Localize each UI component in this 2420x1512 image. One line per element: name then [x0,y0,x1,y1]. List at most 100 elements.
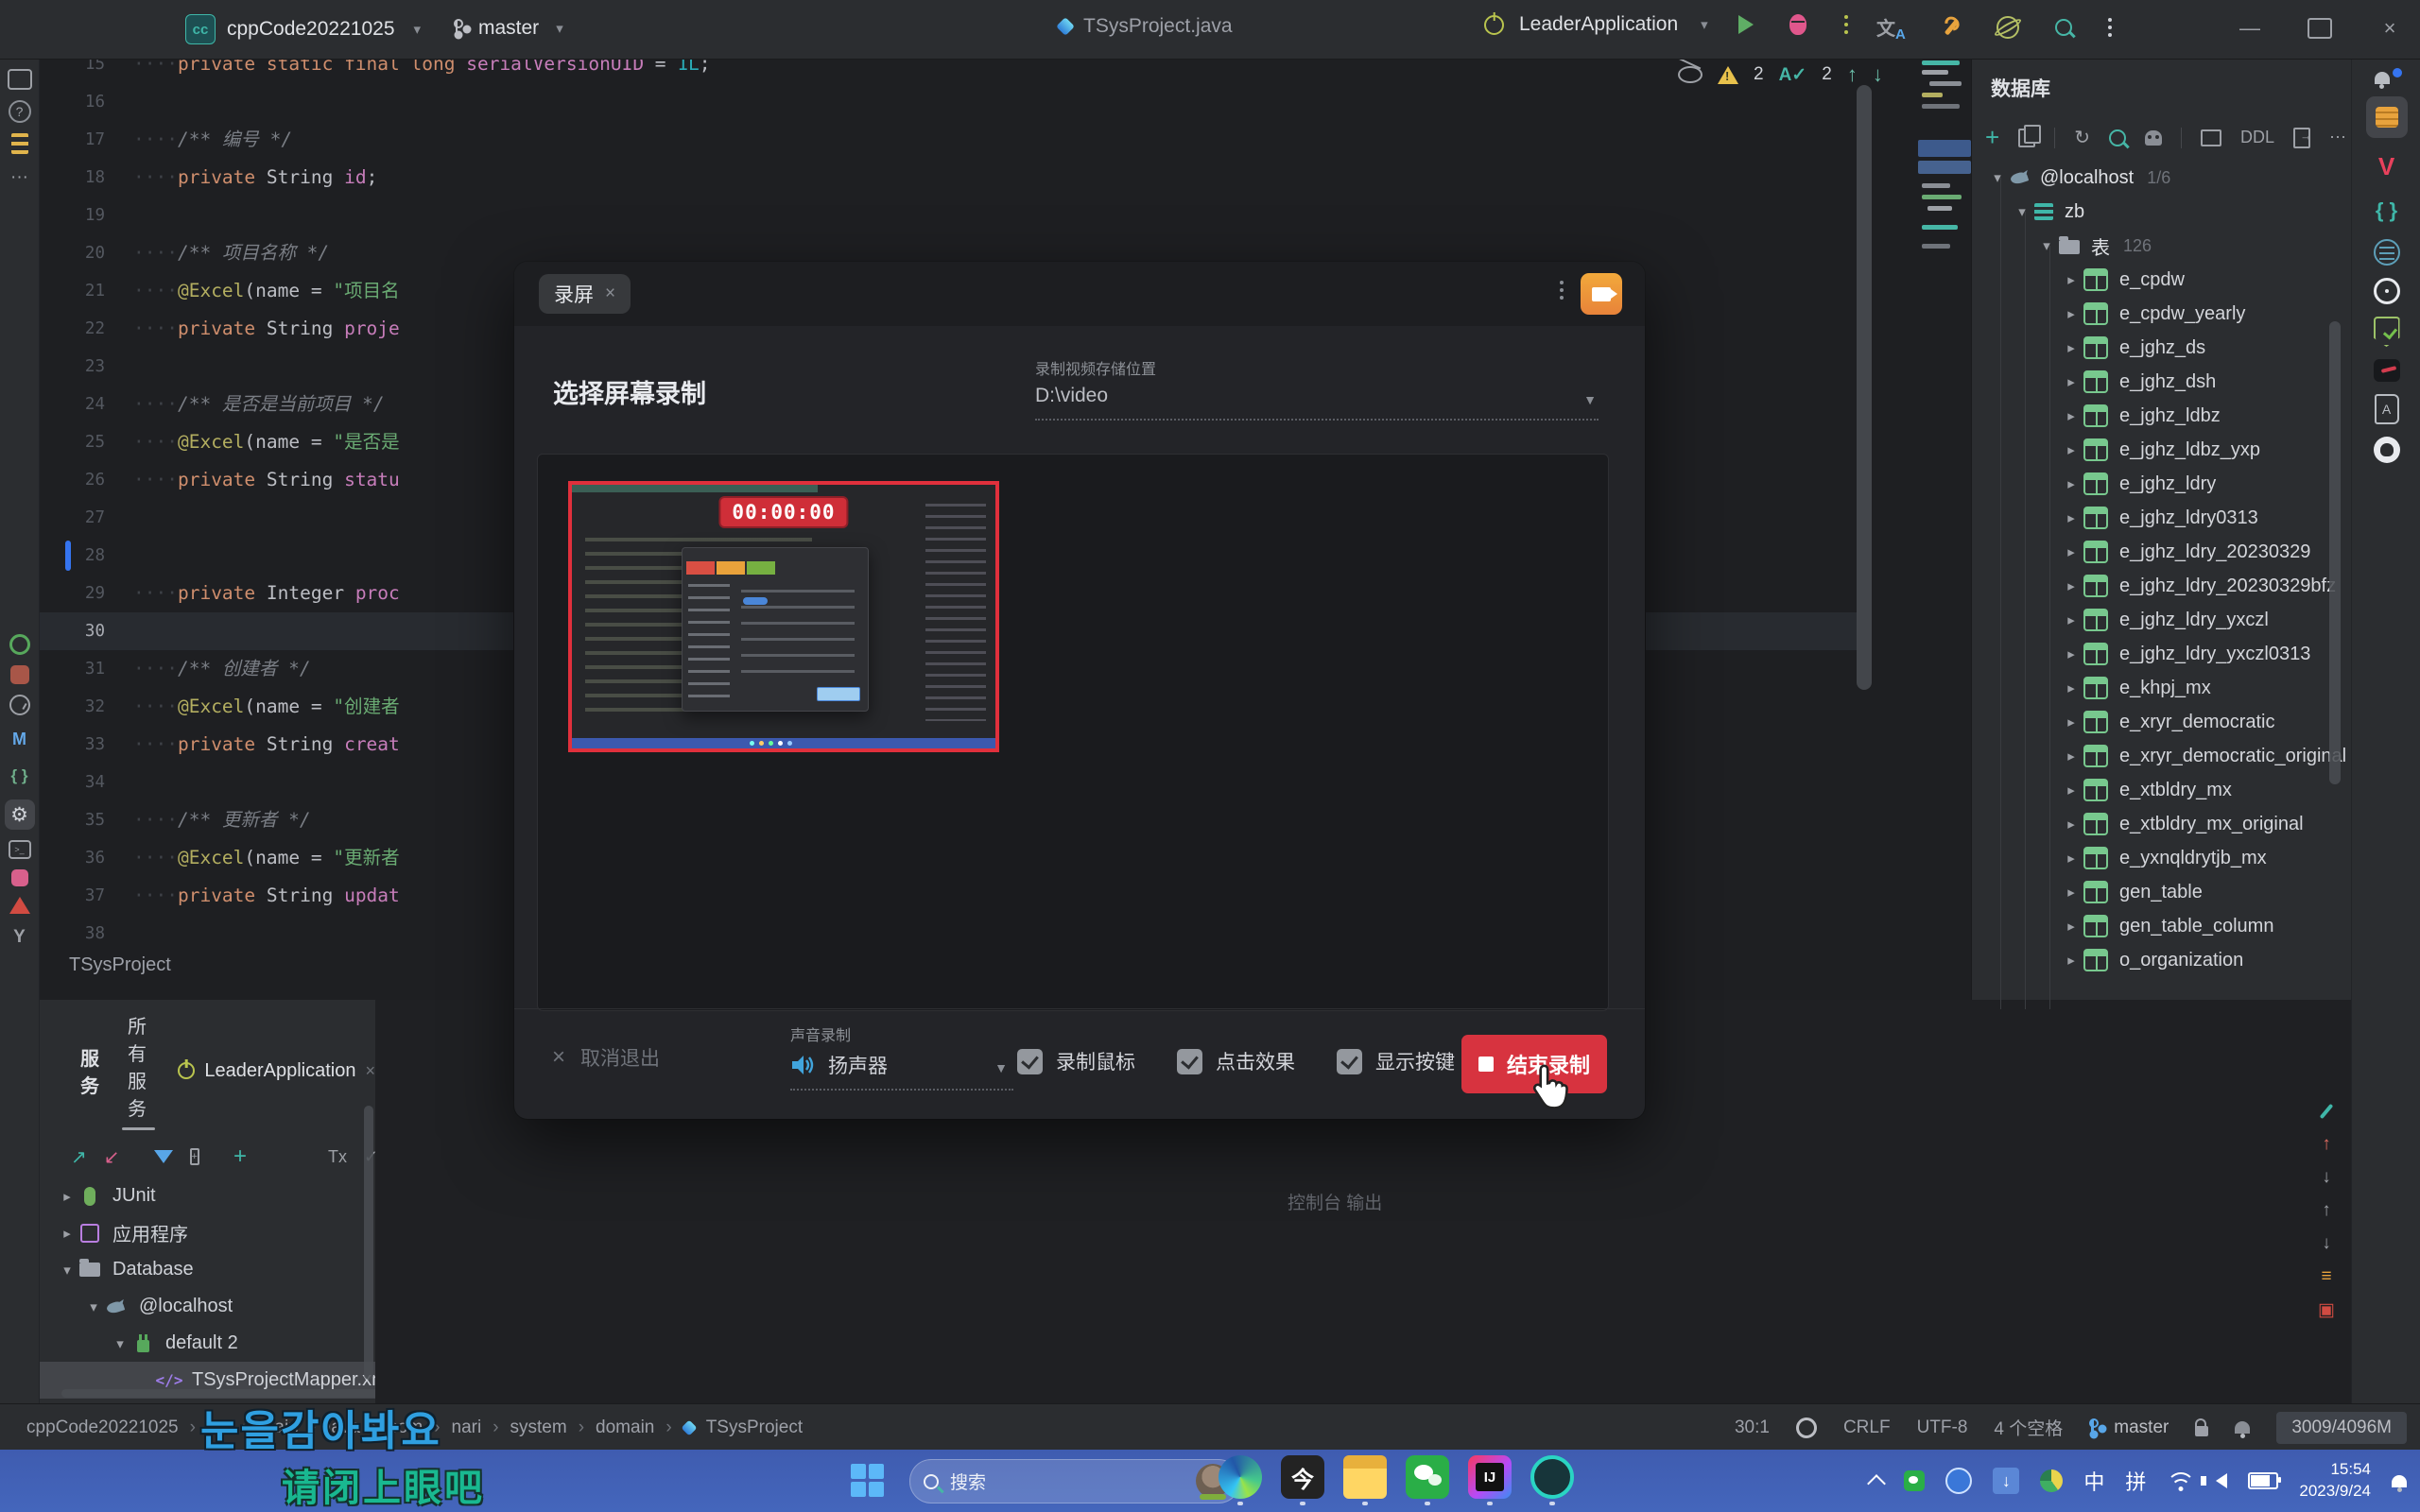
chevron-down-icon[interactable]: ▾ [2010,203,2034,220]
refresh-icon[interactable]: ↻ [2074,126,2090,149]
more-icon[interactable]: ··· [7,164,33,191]
wechat-app[interactable] [1405,1455,1450,1505]
chevron-icon[interactable]: ▸ [56,1188,78,1205]
build-icon[interactable]: M [7,726,33,752]
down2-icon[interactable]: ↓ [2314,1231,2339,1256]
breadcrumb-item[interactable]: cppCode20221025 [26,1418,179,1438]
edge-app[interactable] [1218,1455,1263,1505]
close-button[interactable]: × [2377,15,2403,42]
problem-icon[interactable] [9,897,30,914]
inspection-widget[interactable]: 2 A✓ 2 ↑ ↓ [1678,62,1883,87]
readonly-lock-icon[interactable] [2195,1426,2208,1436]
service-tree-row[interactable]: ▾Database [39,1251,375,1288]
db-red-icon[interactable]: ▣ [2314,1297,2339,1322]
service-tree-row[interactable]: ▾@localhost [39,1288,375,1325]
chevron-right-icon[interactable]: ▸ [2059,816,2083,833]
breadcrumb-item[interactable]: domain [596,1418,654,1438]
git-widget[interactable]: master [2089,1418,2169,1438]
checkbox-checked-icon[interactable] [1337,1049,1362,1074]
rec-app[interactable] [1530,1455,1575,1505]
table-view-icon[interactable] [2201,129,2221,146]
color-tray-icon[interactable] [2040,1469,2063,1492]
chevron-icon[interactable]: ▾ [56,1262,78,1279]
breadcrumb-item[interactable]: nari [452,1418,482,1438]
dialog-tab[interactable]: 录屏 × [539,274,631,314]
memory-indicator[interactable]: 3009/4096M [2276,1412,2407,1444]
file-encoding[interactable]: UTF-8 [1917,1418,1968,1438]
save-location-select[interactable]: D:\video ▼ [1035,385,1599,421]
openai-icon[interactable] [2374,278,2400,304]
statusbar-bell-icon[interactable] [2235,1421,2250,1434]
code-line[interactable]: 18····private String id; [39,159,1858,197]
dialog-more-icon[interactable] [1560,281,1564,300]
clock[interactable]: 15:54 2023/9/24 [2299,1459,2371,1503]
editor-scrollbar[interactable] [1857,85,1872,690]
close-tab-icon[interactable]: × [365,1061,375,1081]
branch-name[interactable]: master [478,17,539,40]
chevron-right-icon[interactable]: ▸ [2059,339,2083,356]
idea-app[interactable] [1467,1455,1512,1505]
terminal-icon[interactable]: >_ [9,840,31,859]
settings-icon[interactable]: ⚙ [5,799,35,830]
chevron-right-icon[interactable]: ▸ [2059,918,2083,935]
chevron-right-icon[interactable]: ▸ [2059,271,2083,288]
plugin-icon[interactable] [1996,16,2019,39]
commit-icon[interactable] [9,634,30,655]
run-more-icon[interactable] [1844,15,1848,34]
chevron-right-icon[interactable]: ▸ [2059,509,2083,526]
warning-count[interactable]: 2 [1754,64,1764,85]
pencil-icon[interactable] [2314,1099,2339,1124]
typo-count[interactable]: 2 [1822,64,1832,85]
notification-center-icon[interactable] [2392,1475,2407,1487]
notify-icon[interactable] [11,869,28,886]
db-search-icon[interactable] [2109,129,2126,146]
main-menu-icon[interactable] [2108,18,2112,37]
folder-app[interactable] [1342,1455,1388,1505]
services-scrollbar[interactable] [364,1106,373,1380]
speaker-select[interactable]: 扬声器 ▼ [790,1051,1013,1091]
minimize-button[interactable]: — [2237,15,2263,42]
code-line[interactable]: 17····/** 编号 */ [39,121,1858,159]
translate-icon[interactable]: 文A [1876,13,1906,41]
add-icon[interactable]: + [233,1143,247,1170]
detach-icon[interactable] [2293,128,2310,148]
app-tray-icon[interactable] [1945,1468,1972,1494]
chevron-right-icon[interactable]: ▸ [2059,407,2083,424]
history-icon[interactable] [9,695,30,715]
checkbox-checked-icon[interactable] [1017,1049,1043,1074]
assistant-icon[interactable] [1796,1418,1817,1438]
project-name[interactable]: cppCode20221025 [227,18,395,41]
filter-icon[interactable] [154,1150,173,1163]
highlighting-off-icon[interactable] [1678,66,1703,83]
screen-thumbnail[interactable]: 00:00:00 [568,481,999,752]
run-widget[interactable]: LeaderApplication ▾ [1484,13,1848,36]
breadcrumb-item[interactable]: system [510,1418,567,1438]
chevron-right-icon[interactable]: ▸ [2059,611,2083,628]
chevron-right-icon[interactable]: ▸ [2059,713,2083,730]
github-icon[interactable] [2374,437,2400,463]
branch-icon[interactable]: Y [7,924,33,951]
chevron-right-icon[interactable]: ▸ [2059,679,2083,696]
vcs-widget[interactable]: master ▾ [454,17,563,40]
tools-icon[interactable] [1942,18,1961,37]
battery-icon[interactable] [2248,1472,2278,1489]
wechat-tray-icon[interactable] [1904,1470,1925,1491]
lines-icon[interactable]: ≡ [2314,1264,2339,1289]
download-tray-icon[interactable]: ↓ [1993,1468,2019,1494]
prev-problem-arrow[interactable]: ↑ [1847,62,1858,87]
ddl-button[interactable]: DDL [2240,128,2274,147]
profiler-icon[interactable] [10,665,29,684]
today-app[interactable]: 今 [1280,1455,1325,1505]
tray-expand-icon[interactable] [1867,1474,1886,1493]
screen-icon[interactable] [8,69,32,90]
notifications-bell[interactable] [2375,72,2399,84]
brackets-icon[interactable]: { } [7,763,33,789]
up-red-icon[interactable]: ↑ [2314,1132,2339,1157]
chevron-icon[interactable]: ▾ [82,1298,105,1315]
copy-icon[interactable] [2018,129,2035,147]
web-icon[interactable] [2374,239,2400,266]
add-service-view-icon[interactable]: + [190,1148,199,1165]
editor-breadcrumb[interactable]: TSysProject [69,954,171,976]
chevron-right-icon[interactable]: ▸ [2059,884,2083,901]
caret-position[interactable]: 30:1 [1735,1418,1770,1438]
